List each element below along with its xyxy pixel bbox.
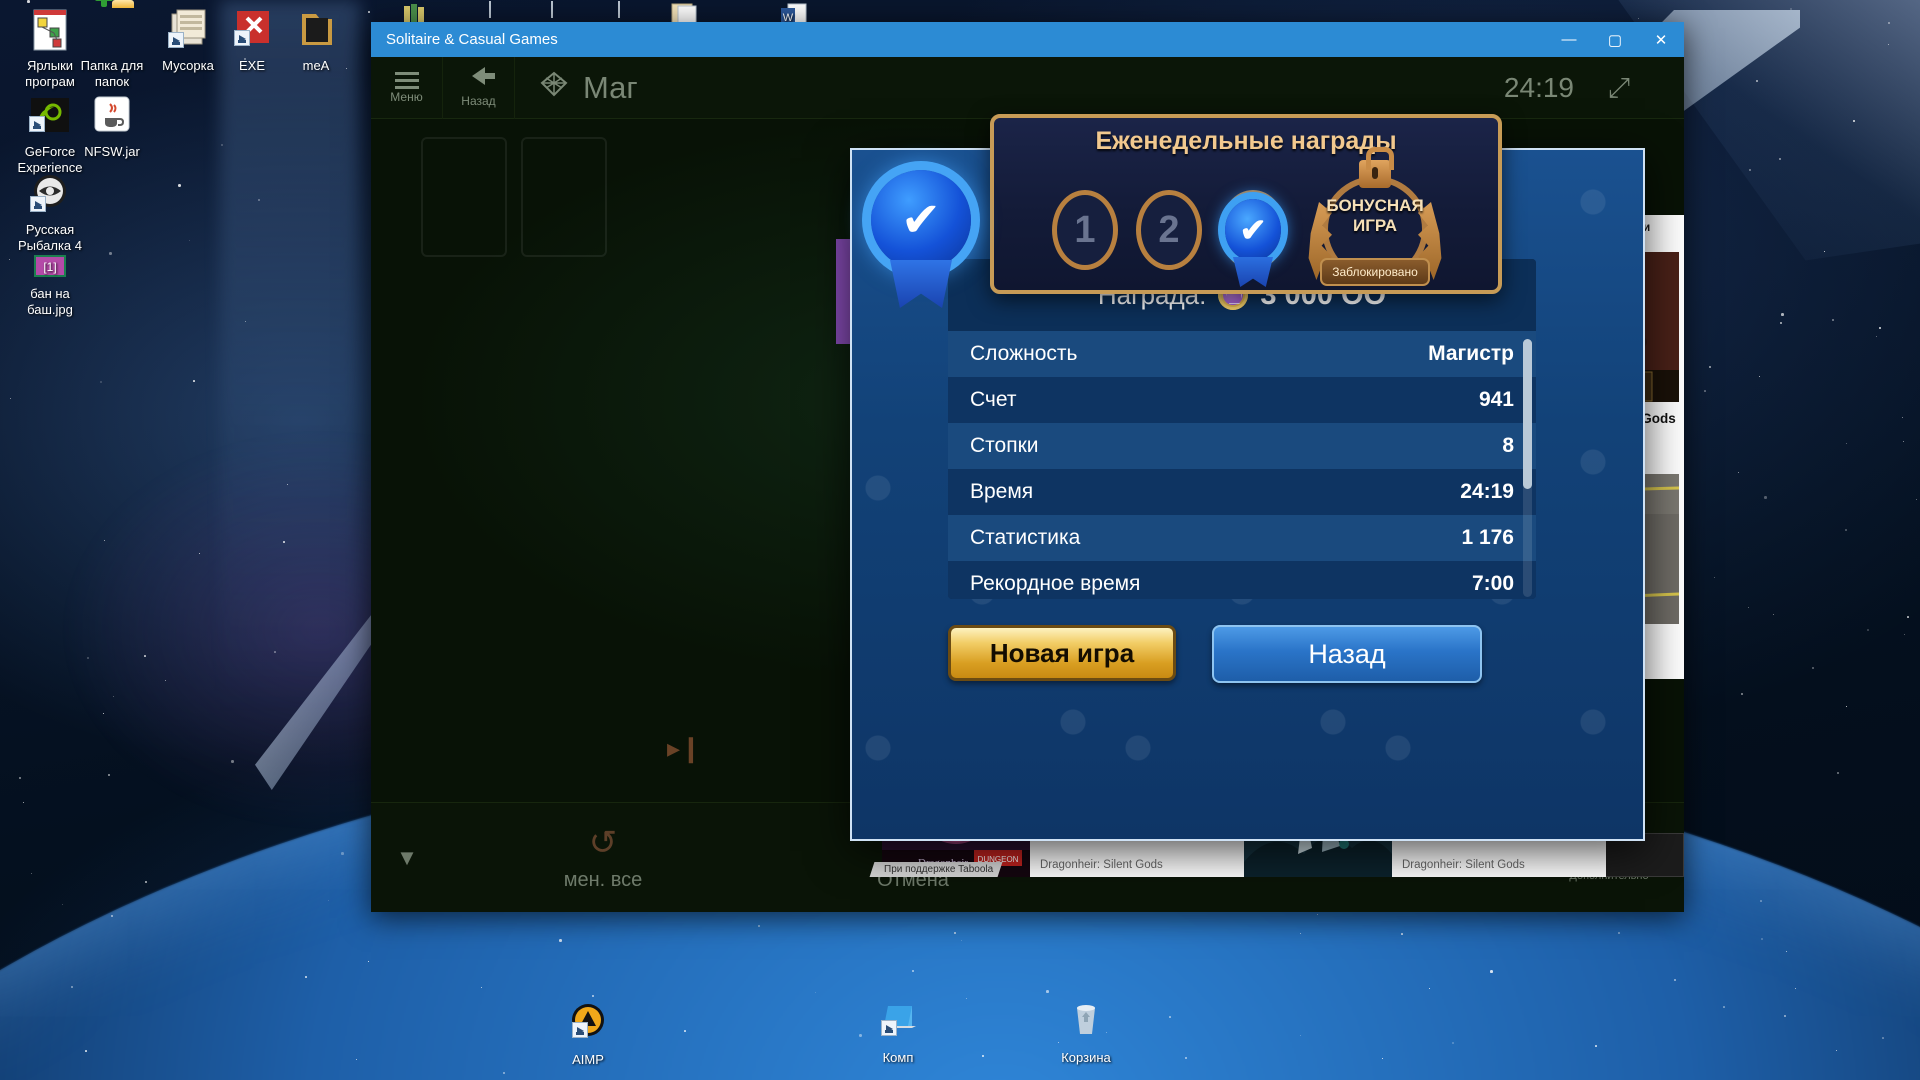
stat-value: 24:19	[1460, 480, 1514, 503]
close-button[interactable]: ✕	[1638, 22, 1684, 57]
locked-badge: Заблокировано	[1320, 258, 1430, 286]
weekly-rewards-slots: 1 2 ✔ БОНУСНАЯ ИГРА Заблокировано	[994, 147, 1498, 292]
weekly-slot-number: 2	[1158, 208, 1180, 251]
back-button[interactable]: Назад	[1212, 625, 1482, 683]
desktop: Ярлыки програм Папка для папок Мусорка E…	[0, 0, 1920, 1080]
svg-text:[1]: [1]	[43, 260, 56, 274]
desktop-icon-label: Корзина	[1061, 1050, 1111, 1065]
java-icon	[88, 92, 136, 140]
ad-brand: Dragonheir: Silent Gods	[1040, 859, 1163, 871]
folder-dark-icon	[292, 6, 340, 54]
undo-all-button[interactable]: ↺ мен. все	[443, 803, 763, 913]
desktop-icon-label: NFSW.jar	[84, 144, 140, 159]
desktop-icon-label: meA	[302, 58, 330, 73]
maximize-button[interactable]: ▢	[1592, 22, 1638, 57]
game-topbar: Меню Назад Маг 24:19 ⤢	[371, 57, 1684, 119]
undo-all-label: мен. все	[563, 869, 643, 891]
bonus-game-emblem[interactable]: БОНУСНАЯ ИГРА Заблокировано	[1308, 147, 1440, 292]
back-button-label: Назад	[461, 94, 496, 108]
desktop-icon-aimp[interactable]: AIMP	[540, 1000, 636, 1068]
desktop-icon-mea[interactable]: meA	[268, 6, 364, 74]
image-icon: [1]	[26, 252, 74, 282]
check-rosette-icon: ✔	[1225, 199, 1281, 287]
dialog-buttons: Новая игра Назад	[948, 625, 1536, 691]
game-title-text: Маг	[583, 69, 638, 105]
window-title: Solitaire & Casual Games	[386, 31, 558, 48]
stat-row: Статистика 1 176	[948, 515, 1536, 561]
weekly-rewards-banner: Еженедельные награды 1 2 ✔ БОНУСНАЯ ИГРА…	[990, 114, 1502, 294]
completed-award-rosette: ✔	[871, 170, 971, 308]
monitor-icon	[874, 998, 922, 1046]
window-titlebar: Solitaire & Casual Games — ▢ ✕	[371, 22, 1684, 57]
fishing-icon	[26, 170, 74, 218]
desktop-icon-label: Русская Рыбалка 4	[17, 222, 83, 253]
stat-value: 941	[1478, 388, 1514, 411]
undo-all-icon: ↺	[588, 824, 618, 862]
fullscreen-icon[interactable]: ⤢	[1594, 57, 1644, 119]
weekly-slot-number: 1	[1074, 208, 1096, 251]
stat-key: Статистика	[970, 526, 1081, 549]
new-game-button[interactable]: Новая игра	[948, 625, 1176, 681]
rosette-ribbon	[1233, 257, 1273, 287]
game-title: Маг	[537, 69, 638, 107]
aimp-icon	[564, 1000, 612, 1048]
stat-key: Сложность	[970, 342, 1078, 365]
card-slot[interactable]	[421, 137, 507, 257]
stat-row: Сложность Магистр	[948, 331, 1536, 377]
game-canvas: Меню Назад Маг 24:19 ⤢ ▸❙ ▼ ↺ мен. все О…	[371, 57, 1684, 912]
taboola-attribution[interactable]: При поддержке Taboola	[869, 862, 1003, 877]
back-button[interactable]: Назад	[443, 57, 515, 119]
recycle-bin-icon	[1062, 998, 1110, 1046]
minimize-button[interactable]: —	[1546, 22, 1592, 57]
desktop-icon-nfsw-jar[interactable]: NFSW.jar	[64, 92, 160, 160]
stat-key: Счет	[970, 388, 1017, 411]
stat-value: 1 176	[1461, 526, 1514, 549]
bonus-game-text: БОНУСНАЯ ИГРА	[1310, 196, 1440, 236]
award-check-icon: ✔	[871, 170, 971, 270]
arrow-left-icon	[472, 67, 495, 85]
desktop-icon-russian-fishing[interactable]: Русская Рыбалка 4	[2, 170, 98, 254]
folder-plus-icon	[88, 0, 136, 54]
stats-panel: Награда: 3 000 ОО Сложность Магистр Счет…	[948, 259, 1536, 599]
chevron-down-icon: ▼	[396, 844, 418, 870]
desktop-icon-ban-bash-jpg[interactable]: [1] бан на баш.jpg	[2, 252, 98, 318]
game-window: Solitaire & Casual Games — ▢ ✕ Меню Наза…	[371, 22, 1684, 912]
ad-brand: Dragonheir: Silent Gods	[1402, 859, 1525, 871]
bonus-line-2: ИГРА	[1353, 216, 1397, 235]
spider-icon	[537, 69, 571, 107]
stat-value: Магистр	[1428, 342, 1514, 365]
stat-key: Время	[970, 480, 1034, 503]
desktop-icon-label: AIMP	[572, 1052, 604, 1067]
stat-row: Время 24:19	[948, 469, 1536, 515]
bonus-line-1: БОНУСНАЯ	[1326, 196, 1424, 215]
menu-button[interactable]: Меню	[371, 57, 443, 119]
stat-key: Рекордное время	[970, 572, 1141, 595]
menu-button-label: Меню	[390, 89, 423, 104]
weekly-slot-1[interactable]: 1	[1052, 190, 1118, 270]
check-mark: ✔	[1239, 212, 1267, 248]
stat-row: Рекордное время 7:00	[948, 561, 1536, 599]
hamburger-icon	[394, 71, 419, 75]
desktop-icon-computer[interactable]: Комп	[850, 998, 946, 1066]
game-timer: 24:19	[1503, 72, 1574, 103]
stat-row: Счет 941	[948, 377, 1536, 423]
weekly-rewards-title: Еженедельные награды	[1095, 127, 1397, 155]
card-slot[interactable]	[521, 137, 607, 257]
desktop-icon-label: Комп	[882, 1050, 914, 1065]
deal-arrow-icon[interactable]: ▸❙	[667, 733, 702, 764]
stat-key: Стопки	[970, 434, 1039, 457]
lock-icon	[1359, 147, 1394, 188]
weekly-slot-3-completed[interactable]: ✔	[1220, 190, 1286, 287]
stat-value: 7:00	[1471, 572, 1514, 595]
weekly-slot-2[interactable]: 2	[1136, 190, 1202, 270]
desktop-icon-recycle-bin[interactable]: Корзина	[1038, 998, 1134, 1066]
collapse-toggle[interactable]: ▼	[371, 803, 443, 913]
scrollbar-thumb[interactable]	[1523, 339, 1532, 489]
desktop-icon-label: бан на баш.jpg	[27, 286, 73, 317]
stat-value: 8	[1502, 434, 1514, 457]
stats-scrollbar[interactable]	[1523, 339, 1532, 597]
stat-row: Стопки 8	[948, 423, 1536, 469]
